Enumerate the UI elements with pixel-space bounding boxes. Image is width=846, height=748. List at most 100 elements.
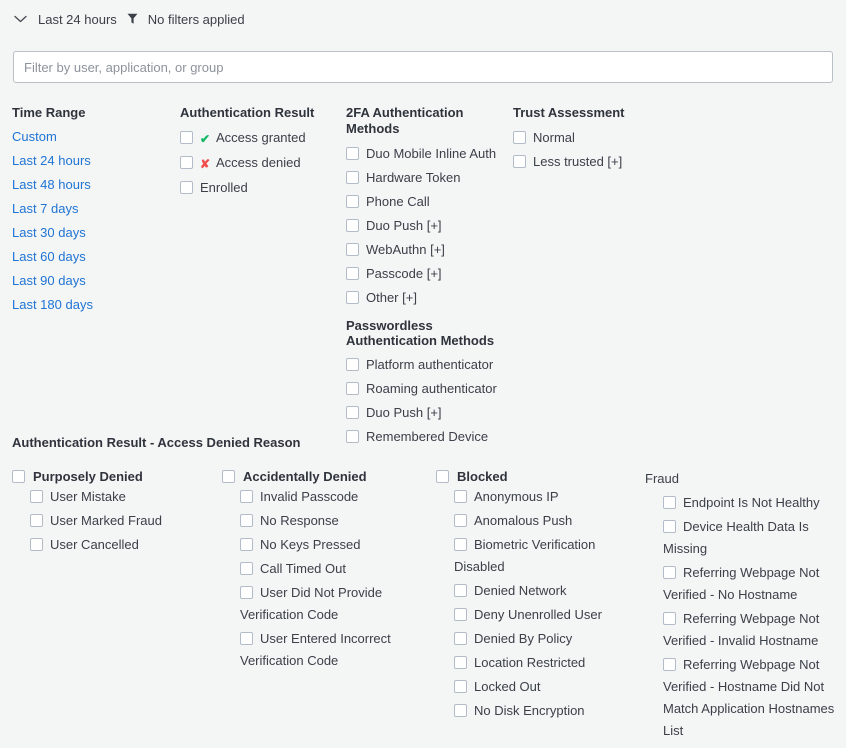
checkbox-row-enrolled[interactable]: Enrolled [180, 180, 340, 196]
checkbox-row-other[interactable]: Other [+] [346, 290, 506, 306]
time-range-option-24h[interactable]: Last 24 hours [12, 154, 172, 168]
checkbox-no-response[interactable] [240, 514, 253, 527]
checkbox-row-biometric-verification-disabled[interactable]: Biometric Verification Disabled [436, 534, 641, 578]
checkbox-row-phone-call[interactable]: Phone Call [346, 194, 506, 210]
checkbox-phone-call[interactable] [346, 195, 359, 208]
denied-column-accidentally-denied: Accidentally Denied Invalid Passcode No … [222, 468, 434, 674]
checkbox-accidentally-denied[interactable] [222, 470, 235, 483]
checkbox-access-granted[interactable] [180, 131, 193, 144]
checkbox-user-did-not-provide-verification-code[interactable] [240, 586, 253, 599]
checkbox-row-locked-out[interactable]: Locked Out [436, 676, 641, 698]
label-blocked: Blocked [457, 469, 508, 484]
checkbox-access-denied[interactable] [180, 156, 193, 169]
checkbox-hardware-token[interactable] [346, 171, 359, 184]
checkbox-row-purposely-denied[interactable]: Purposely Denied [12, 469, 143, 484]
time-range-option-custom[interactable]: Custom [12, 130, 172, 144]
checkbox-call-timed-out[interactable] [240, 562, 253, 575]
checkbox-invalid-passcode[interactable] [240, 490, 253, 503]
checkbox-row-invalid-passcode[interactable]: Invalid Passcode [222, 486, 434, 508]
checkbox-trust-normal[interactable] [513, 131, 526, 144]
checkbox-passwordless-duo-push[interactable] [346, 406, 359, 419]
label-user-mistake: User Mistake [50, 489, 126, 504]
checkbox-row-denied-network[interactable]: Denied Network [436, 580, 641, 602]
checkbox-row-accidentally-denied[interactable]: Accidentally Denied [222, 469, 367, 484]
time-range-option-90d[interactable]: Last 90 days [12, 274, 172, 288]
label-anomalous-push: Anomalous Push [474, 513, 572, 528]
checkbox-row-duo-push[interactable]: Duo Push [+] [346, 218, 506, 234]
checkbox-row-denied-by-policy[interactable]: Denied By Policy [436, 628, 641, 650]
checkbox-location-restricted[interactable] [454, 656, 467, 669]
checkbox-duo-mobile-inline-auth[interactable] [346, 147, 359, 160]
checkbox-user-marked-fraud[interactable] [30, 514, 43, 527]
checkbox-row-passwordless-duo-push[interactable]: Duo Push [+] [346, 405, 506, 421]
checkbox-no-disk-encryption[interactable] [454, 704, 467, 717]
checkbox-user-entered-incorrect-verification-code[interactable] [240, 632, 253, 645]
checkbox-row-referring-webpage-invalid-hostname[interactable]: Referring Webpage Not Verified - Invalid… [645, 608, 841, 652]
checkbox-user-cancelled[interactable] [30, 538, 43, 551]
checkbox-device-health-data-is-missing[interactable] [663, 520, 676, 533]
checkbox-row-user-entered-incorrect-verification-code[interactable]: User Entered Incorrect Verification Code [222, 628, 434, 672]
time-range-option-180d[interactable]: Last 180 days [12, 298, 172, 312]
checkbox-blocked[interactable] [436, 470, 449, 483]
checkbox-row-blocked[interactable]: Blocked [436, 469, 508, 484]
checkbox-referring-webpage-no-hostname[interactable] [663, 566, 676, 579]
checkbox-anonymous-ip[interactable] [454, 490, 467, 503]
checkbox-row-location-restricted[interactable]: Location Restricted [436, 652, 641, 674]
checkbox-row-access-denied[interactable]: ✘Access denied [180, 155, 340, 172]
checkbox-row-user-marked-fraud[interactable]: User Marked Fraud [12, 510, 217, 532]
checkbox-row-call-timed-out[interactable]: Call Timed Out [222, 558, 434, 580]
time-range-option-48h[interactable]: Last 48 hours [12, 178, 172, 192]
checkbox-anomalous-push[interactable] [454, 514, 467, 527]
checkbox-row-referring-webpage-hostname-mismatch[interactable]: Referring Webpage Not Verified - Hostnam… [645, 654, 841, 742]
denied-column-continued: Fraud Endpoint Is Not Healthy Device Hea… [645, 468, 841, 744]
checkbox-row-no-disk-encryption[interactable]: No Disk Encryption [436, 700, 641, 722]
checkbox-denied-network[interactable] [454, 584, 467, 597]
checkbox-platform-authenticator[interactable] [346, 358, 359, 371]
checkbox-row-user-mistake[interactable]: User Mistake [12, 486, 217, 508]
checkbox-row-roaming-authenticator[interactable]: Roaming authenticator [346, 381, 506, 397]
checkbox-other[interactable] [346, 291, 359, 304]
time-range-option-30d[interactable]: Last 30 days [12, 226, 172, 240]
checkbox-row-anomalous-push[interactable]: Anomalous Push [436, 510, 641, 532]
checkbox-row-user-cancelled[interactable]: User Cancelled [12, 534, 217, 556]
passwordless-methods-heading-line1: Passwordless [346, 318, 433, 333]
checkbox-row-passcode[interactable]: Passcode [+] [346, 266, 506, 282]
checkbox-no-keys-pressed[interactable] [240, 538, 253, 551]
checkbox-passcode[interactable] [346, 267, 359, 280]
checkbox-row-endpoint-is-not-healthy[interactable]: Endpoint Is Not Healthy [645, 492, 841, 514]
checkbox-enrolled[interactable] [180, 181, 193, 194]
checkbox-referring-webpage-hostname-mismatch[interactable] [663, 658, 676, 671]
checkbox-biometric-verification-disabled[interactable] [454, 538, 467, 551]
checkbox-row-no-keys-pressed[interactable]: No Keys Pressed [222, 534, 434, 556]
checkbox-row-trust-less-trusted[interactable]: Less trusted [+] [513, 154, 713, 170]
checkbox-locked-out[interactable] [454, 680, 467, 693]
checkbox-row-user-did-not-provide-verification-code[interactable]: User Did Not Provide Verification Code [222, 582, 434, 626]
checkbox-row-anonymous-ip[interactable]: Anonymous IP [436, 486, 641, 508]
checkbox-purposely-denied[interactable] [12, 470, 25, 483]
checkbox-referring-webpage-invalid-hostname[interactable] [663, 612, 676, 625]
checkbox-row-hardware-token[interactable]: Hardware Token [346, 170, 506, 186]
checkbox-duo-push[interactable] [346, 219, 359, 232]
checkbox-row-platform-authenticator[interactable]: Platform authenticator [346, 357, 506, 373]
checkbox-denied-by-policy[interactable] [454, 632, 467, 645]
checkbox-roaming-authenticator[interactable] [346, 382, 359, 395]
chevron-down-icon[interactable] [12, 11, 28, 27]
checkbox-row-deny-unenrolled-user[interactable]: Deny Unenrolled User [436, 604, 641, 626]
time-range-option-7d[interactable]: Last 7 days [12, 202, 172, 216]
checkbox-row-trust-normal[interactable]: Normal [513, 130, 713, 146]
checkbox-webauthn[interactable] [346, 243, 359, 256]
filter-funnel-icon[interactable] [126, 12, 139, 26]
checkbox-user-mistake[interactable] [30, 490, 43, 503]
checkbox-row-no-response[interactable]: No Response [222, 510, 434, 532]
checkbox-deny-unenrolled-user[interactable] [454, 608, 467, 621]
label-anonymous-ip: Anonymous IP [474, 489, 559, 504]
checkbox-trust-less-trusted[interactable] [513, 155, 526, 168]
checkbox-row-access-granted[interactable]: ✔Access granted [180, 130, 340, 147]
checkbox-endpoint-is-not-healthy[interactable] [663, 496, 676, 509]
checkbox-row-device-health-data-is-missing[interactable]: Device Health Data Is Missing [645, 516, 841, 560]
checkbox-row-webauthn[interactable]: WebAuthn [+] [346, 242, 506, 258]
checkbox-row-referring-webpage-no-hostname[interactable]: Referring Webpage Not Verified - No Host… [645, 562, 841, 606]
checkbox-row-duo-mobile-inline-auth[interactable]: Duo Mobile Inline Auth [346, 146, 506, 162]
search-input[interactable] [13, 51, 833, 83]
time-range-option-60d[interactable]: Last 60 days [12, 250, 172, 264]
